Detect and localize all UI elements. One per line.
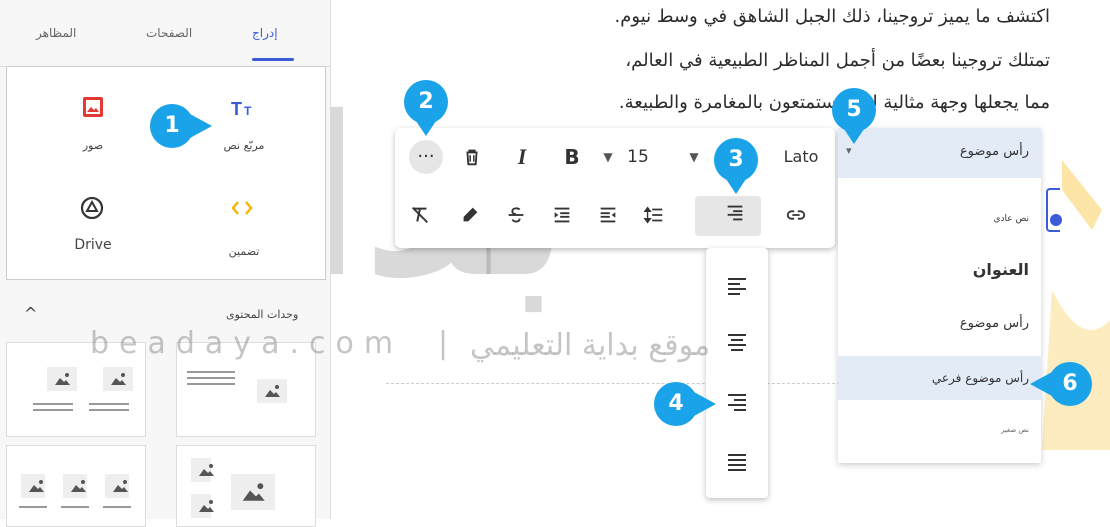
indent-icon[interactable] <box>545 198 579 232</box>
image-placeholder-icon <box>191 458 214 482</box>
image-placeholder-icon <box>21 474 45 498</box>
style-option-normal[interactable]: نص عادي <box>993 214 1029 224</box>
image-placeholder-icon <box>47 367 77 391</box>
chevron-up-icon[interactable]: ^ <box>24 304 37 323</box>
outdent-icon[interactable] <box>591 198 625 232</box>
font-size-field[interactable]: 15 <box>621 140 655 174</box>
sidebar: إدراج الصفحات المظاهر TT مربّع نص صور Dr… <box>0 0 331 527</box>
image-placeholder-icon <box>191 494 214 518</box>
watermark-url: beadaya.com <box>90 326 404 361</box>
align-right-button[interactable] <box>695 196 761 236</box>
step-badge-4: 4 <box>654 382 698 426</box>
badge-pointer <box>842 126 866 144</box>
content-units-label: وحدات المحتوى <box>226 308 299 321</box>
style-option-small[interactable]: نص صغير <box>1001 426 1029 434</box>
tab-themes[interactable]: المظاهر <box>36 26 76 40</box>
style-option-heading[interactable]: رأس موضوع <box>960 316 1029 331</box>
text-box-icon[interactable]: TT <box>229 95 259 121</box>
style-option-title[interactable]: العنوان <box>973 260 1029 279</box>
image-icon[interactable] <box>81 95 105 119</box>
insert-panel: TT مربّع نص صور Drive تضمين <box>6 66 326 280</box>
chevron-down-icon[interactable]: ▼ <box>591 140 625 174</box>
step-badge-6: 6 <box>1048 362 1092 406</box>
style-option-subheading[interactable]: رأس موضوع فرعي <box>932 371 1029 385</box>
watermark-site-name: موقع بداية التعليمي <box>470 328 711 363</box>
font-family-field[interactable]: Lato <box>781 140 821 174</box>
image-placeholder-icon <box>257 379 287 403</box>
layout-card-image-grid[interactable] <box>176 445 316 527</box>
badge-pointer <box>1030 372 1052 396</box>
images-label[interactable]: صور <box>53 139 133 152</box>
embed-code-icon[interactable] <box>229 195 255 221</box>
doc-line-2[interactable]: تمتلك تروجينا بعضًا من أجمل المناظر الطب… <box>625 50 1050 71</box>
trash-icon[interactable] <box>455 140 489 174</box>
tab-pages[interactable]: الصفحات <box>146 26 192 40</box>
bold-button[interactable]: B <box>555 140 589 174</box>
strikethrough-icon[interactable] <box>499 198 533 232</box>
active-tab-indicator <box>252 58 294 61</box>
more-horizontal-icon[interactable]: ··· <box>409 140 443 174</box>
drive-label[interactable]: Drive <box>53 237 133 253</box>
align-left-option[interactable] <box>721 270 753 302</box>
badge-pointer <box>190 114 212 138</box>
tab-insert[interactable]: إدراج <box>252 26 278 40</box>
chevron-down-icon[interactable]: ▼ <box>677 140 711 174</box>
line-spacing-icon[interactable] <box>637 198 671 232</box>
image-placeholder-icon <box>63 474 87 498</box>
layout-card-three-images[interactable] <box>6 445 146 527</box>
step-badge-1: 1 <box>150 104 194 148</box>
align-center-option[interactable] <box>721 326 753 358</box>
doc-line-1[interactable]: اكتشف ما يميز تروجينا، ذلك الجبل الشاهق … <box>615 6 1050 27</box>
badge-pointer <box>724 176 748 194</box>
image-placeholder-icon <box>103 367 133 391</box>
drive-icon[interactable] <box>79 195 105 221</box>
align-dropdown <box>706 248 768 498</box>
badge-pointer <box>694 392 716 416</box>
italic-button[interactable]: I <box>505 140 539 174</box>
section-guide-line <box>386 383 840 384</box>
svg-text:T: T <box>244 104 252 118</box>
embed-label[interactable]: تضمين <box>204 245 284 258</box>
align-right-option[interactable] <box>721 386 753 418</box>
paragraph-style-list: رأس موضوع ▾ نص عادي العنوان رأس موضوع رأ… <box>838 128 1041 463</box>
highlighter-icon[interactable] <box>453 198 487 232</box>
badge-pointer <box>414 118 438 136</box>
link-icon[interactable] <box>779 198 813 232</box>
clear-formatting-icon[interactable] <box>403 198 437 232</box>
image-placeholder-icon <box>105 474 129 498</box>
align-justify-option[interactable] <box>721 446 753 478</box>
style-current[interactable]: رأس موضوع <box>960 144 1029 159</box>
format-toolbar: ··· I B ▼ 15 ▼ Lato <box>395 128 835 248</box>
text-box-label[interactable]: مربّع نص <box>204 139 284 152</box>
svg-text:T: T <box>231 99 242 119</box>
image-placeholder-icon <box>231 474 275 510</box>
watermark-separator: | <box>438 326 449 361</box>
